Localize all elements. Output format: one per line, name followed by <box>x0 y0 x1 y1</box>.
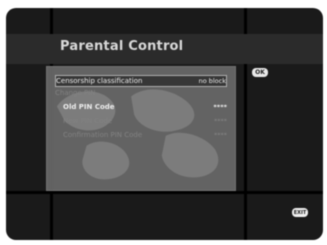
ok-badge: OK <box>252 68 268 77</box>
menu-item-label: New PIN Code <box>63 117 113 125</box>
menu-panel: Censorship classification no block Chang… <box>46 66 236 191</box>
menu-item-censorship-classification[interactable]: Censorship classification no block <box>55 75 227 87</box>
menu-item-old-pin-code[interactable]: Old PIN Code **** <box>63 101 227 113</box>
menu-item-value: **** <box>214 131 227 139</box>
menu-item-value: **** <box>214 117 227 125</box>
menu-item-value: no block <box>198 77 226 85</box>
menu-item-confirmation-pin-code[interactable]: Confirmation PIN Code **** <box>63 129 227 141</box>
menu-item-label: Confirmation PIN Code <box>63 131 143 139</box>
menu-item-label: Change PIN <box>55 89 96 97</box>
menu-item-change-pin[interactable]: Change PIN <box>55 87 227 99</box>
menu-item-value: **** <box>213 103 227 111</box>
exit-badge: EXIT <box>292 208 308 217</box>
menu-item-new-pin-code[interactable]: New PIN Code **** <box>63 115 227 127</box>
menu-item-label: Old PIN Code <box>63 103 115 111</box>
tv-screen: Parental Control Censorship classificati… <box>6 8 323 240</box>
page-title: Parental Control <box>60 39 184 54</box>
menu-item-label: Censorship classification <box>56 77 143 85</box>
